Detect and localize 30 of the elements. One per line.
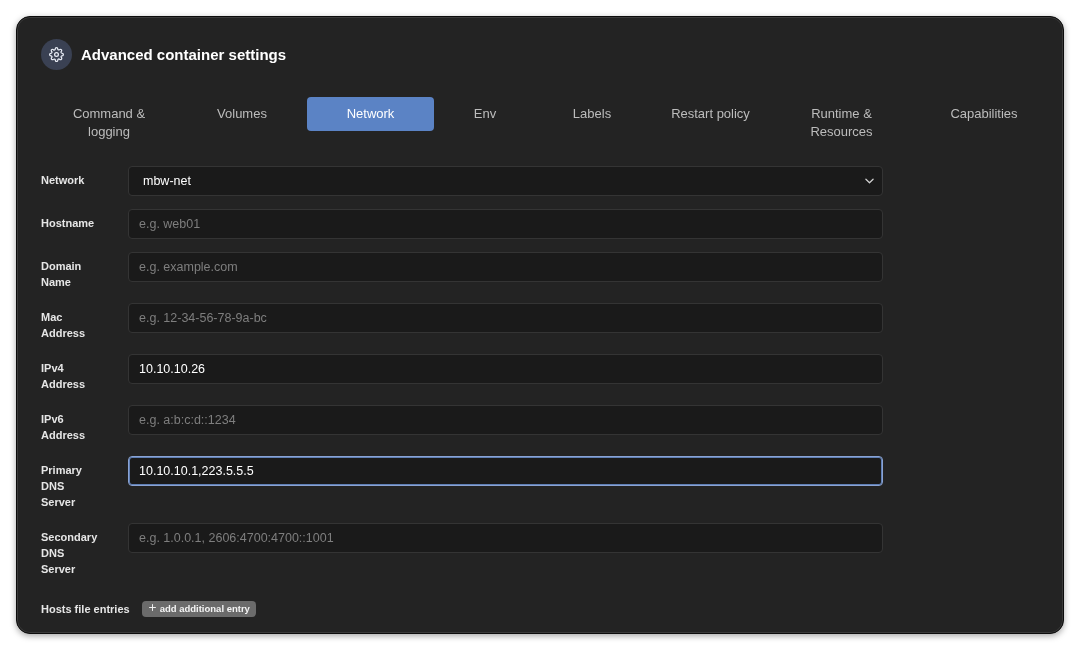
- settings-icon: [41, 39, 72, 70]
- text-field[interactable]: e.g. example.com: [128, 252, 883, 282]
- text-field[interactable]: 10.10.10.1,223.5.5.5: [128, 456, 883, 486]
- field-label: Mac Address: [41, 310, 87, 341]
- text-field[interactable]: e.g. 1.0.0.1, 2606:4700:4700::1001: [128, 523, 883, 553]
- field-label: Network: [41, 173, 86, 188]
- field-label: Hostname: [41, 216, 96, 231]
- field-label: IPv6 Address: [41, 412, 87, 443]
- text-field[interactable]: e.g. web01: [128, 209, 883, 239]
- tab[interactable]: Capabilities: [910, 97, 1058, 131]
- plus-icon: [148, 604, 156, 611]
- tab[interactable]: Network: [307, 97, 434, 131]
- tab[interactable]: Volumes: [177, 97, 307, 131]
- tab[interactable]: Command & logging: [41, 97, 177, 149]
- select-field[interactable]: mbw-net: [128, 166, 883, 196]
- text-field[interactable]: 10.10.10.26: [128, 354, 883, 384]
- tab[interactable]: Labels: [536, 97, 648, 131]
- panel-title: Advanced container settings: [81, 46, 287, 63]
- field-label: IPv4 Address: [41, 361, 87, 392]
- field-label: Hosts file entries: [41, 603, 130, 615]
- field-label: Primary DNS Server: [41, 463, 83, 510]
- tab[interactable]: Runtime & Resources: [773, 97, 910, 149]
- tab[interactable]: Env: [434, 97, 536, 131]
- chevron-down-icon: [865, 178, 874, 184]
- field-label: Domain Name: [41, 259, 83, 290]
- text-field[interactable]: e.g. a:b:c:d::1234: [128, 405, 883, 435]
- tab[interactable]: Restart policy: [648, 97, 773, 131]
- field-label: Secondary DNS Server: [41, 530, 99, 577]
- text-field[interactable]: e.g. 12-34-56-78-9a-bc: [128, 303, 883, 333]
- add-entry-button[interactable]: add additional entry: [141, 601, 256, 617]
